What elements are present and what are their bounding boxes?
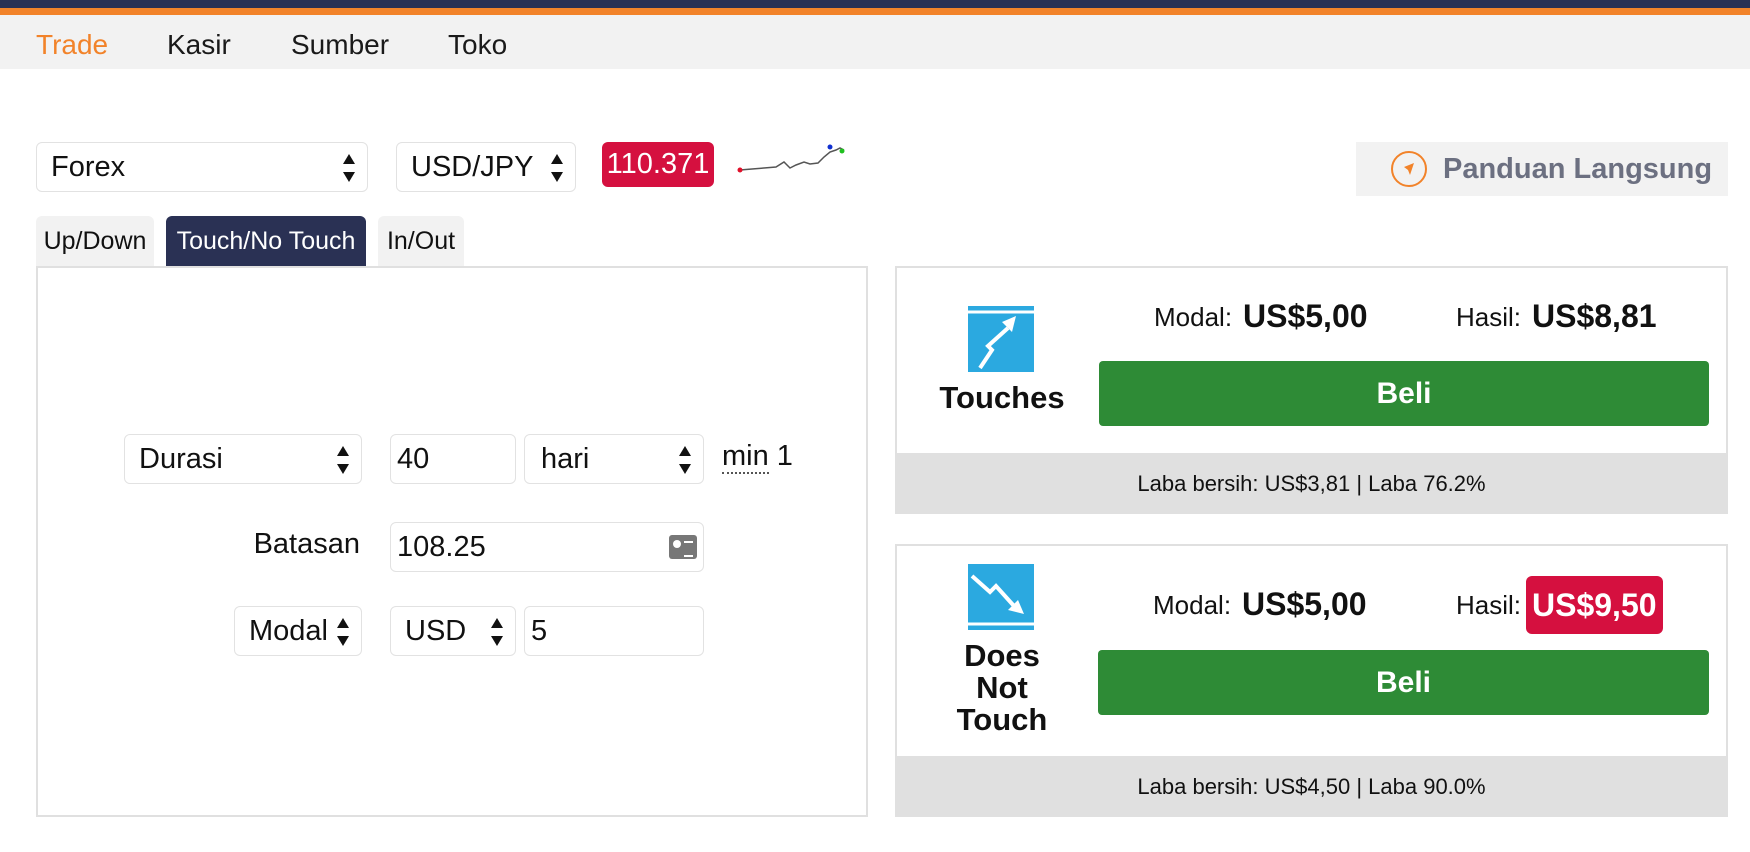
tab-in-out[interactable]: In/Out [378, 216, 464, 266]
contract-name: Touches [939, 380, 1065, 415]
duration-min-hint: min 1 [722, 440, 793, 474]
select-arrows-icon [337, 446, 349, 474]
nav-item-kasir[interactable]: Kasir [167, 29, 231, 61]
top-accent-bar [0, 8, 1750, 15]
duration-type-select[interactable]: Durasi [124, 434, 362, 484]
contract-name-line: Does [964, 638, 1040, 673]
contact-card-icon [669, 535, 697, 559]
tab-touch-no-touch[interactable]: Touch/No Touch [166, 216, 366, 266]
symbol-value: USD/JPY [411, 151, 534, 183]
duration-value-input[interactable]: 40 [390, 434, 516, 484]
contract-name-line: Not [976, 670, 1028, 705]
select-arrows-icon [337, 618, 349, 646]
select-arrows-icon [679, 446, 691, 474]
select-arrows-icon [343, 154, 355, 182]
spot-price-badge: 110.371 [602, 142, 714, 187]
navigation-icon [1391, 151, 1427, 187]
market-category-select[interactable]: Forex [36, 142, 368, 192]
contract-footer: Laba bersih: US$4,50 | Laba 90.0% [897, 756, 1726, 817]
contract-name-line: Touch [956, 702, 1048, 737]
duration-unit-value: hari [541, 443, 590, 475]
currency-value: USD [405, 615, 467, 647]
contract-touches: Touches Modal: US$5,00 Hasil: US$8,81 Be… [895, 266, 1728, 514]
stake-value: US$5,00 [1243, 298, 1368, 334]
buy-button[interactable]: Beli [1099, 361, 1709, 426]
stake-label: Modal: [1153, 590, 1232, 620]
contract-body: Does Not Touch Modal: US$5,00 Hasil: US$… [897, 546, 1726, 756]
buy-button[interactable]: Beli [1098, 650, 1709, 715]
select-arrows-icon [551, 154, 563, 182]
top-brand-bar [0, 0, 1750, 8]
tab-up-down[interactable]: Up/Down [36, 216, 154, 266]
nav-item-sumber[interactable]: Sumber [291, 29, 389, 61]
stake-label: Modal: [1154, 302, 1233, 332]
contract-body: Touches Modal: US$5,00 Hasil: US$8,81 Be… [897, 268, 1726, 453]
duration-min-label: min [722, 440, 769, 474]
amount-type-value: Modal [249, 615, 328, 647]
duration-unit-select[interactable]: hari [524, 434, 704, 484]
duration-min-value: 1 [776, 440, 793, 472]
nav-item-toko[interactable]: Toko [448, 29, 507, 61]
market-category-value: Forex [51, 151, 126, 183]
does-not-touch-icon [968, 564, 1034, 630]
main-nav: Trade Kasir Sumber Toko [0, 15, 1750, 69]
touches-icon [968, 306, 1034, 372]
amount-input[interactable]: 5 [524, 606, 704, 656]
duration-type-value: Durasi [139, 443, 223, 475]
contract-name: Does Not Touch [927, 640, 1077, 736]
payout-label: Hasil: [1456, 302, 1522, 332]
amount-type-select[interactable]: Modal [234, 606, 362, 656]
price-sparkline [737, 144, 845, 173]
payout-label: Hasil: [1456, 590, 1522, 620]
barrier-value: 108.25 [397, 531, 486, 563]
currency-select[interactable]: USD [390, 606, 516, 656]
live-guide-label: Panduan Langsung [1443, 153, 1713, 185]
stake-value: US$5,00 [1242, 586, 1367, 622]
nav-item-trade[interactable]: Trade [36, 29, 108, 61]
live-guide-button[interactable]: Panduan Langsung [1356, 142, 1728, 196]
barrier-input[interactable]: 108.25 [390, 522, 704, 572]
contract-footer: Laba bersih: US$3,81 | Laba 76.2% [897, 453, 1726, 514]
contract-does-not-touch: Does Not Touch Modal: US$5,00 Hasil: US$… [895, 544, 1728, 817]
symbol-select[interactable]: USD/JPY [396, 142, 576, 192]
payout-value-badge: US$9,50 [1526, 576, 1663, 634]
select-arrows-icon [491, 618, 503, 646]
payout-value: US$8,81 [1532, 298, 1657, 334]
barrier-label: Batasan [253, 528, 360, 560]
